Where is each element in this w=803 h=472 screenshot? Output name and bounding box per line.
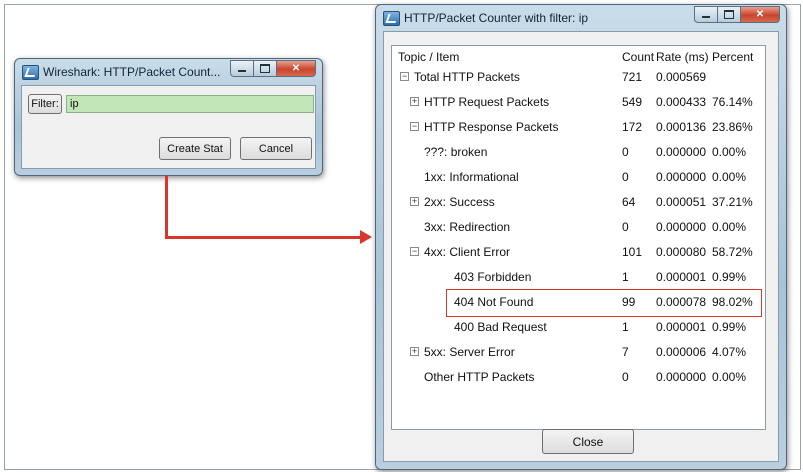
stats-tree-view[interactable]: Topic / Item Count Rate (ms) Percent − To…	[391, 45, 766, 430]
column-header-topic[interactable]: Topic / Item	[398, 50, 459, 64]
cell-percent: 0.00%	[712, 170, 747, 184]
cell-count: 0	[622, 145, 629, 159]
column-header-count[interactable]: Count	[622, 50, 654, 64]
wireshark-app-icon	[22, 65, 39, 80]
cell-topic: 2xx: Success	[424, 195, 495, 209]
filter-input[interactable]: ip	[66, 95, 314, 113]
tree-expand-icon[interactable]: +	[410, 347, 419, 356]
arrow-horizontal	[165, 236, 361, 239]
tree-row[interactable]: − Total HTTP Packets 721 0.000569	[392, 66, 765, 91]
cell-count: 549	[622, 95, 643, 109]
cell-topic: ???: broken	[424, 145, 488, 159]
cell-topic: 400 Bad Request	[454, 320, 547, 334]
maximize-icon[interactable]	[717, 6, 741, 23]
cell-percent: 4.07%	[712, 345, 747, 359]
cell-rate: 0.000136	[656, 120, 707, 134]
cell-rate: 0.000433	[656, 95, 707, 109]
cell-count: 64	[622, 195, 636, 209]
cell-rate: 0.000000	[656, 220, 707, 234]
close-button[interactable]: Close	[542, 429, 634, 454]
window-controls: ✕	[230, 60, 316, 77]
cell-topic: HTTP Response Packets	[424, 120, 559, 134]
cell-count: 172	[622, 120, 643, 134]
cell-rate: 0.000080	[656, 245, 707, 259]
cell-rate: 0.000051	[656, 195, 707, 209]
cell-rate: 0.000569	[656, 70, 707, 84]
packet-counter-body: Topic / Item Count Rate (ms) Percent − To…	[383, 31, 779, 462]
cell-percent: 37.21%	[712, 195, 753, 209]
cell-percent: 0.99%	[712, 270, 747, 284]
cell-rate: 0.000000	[656, 170, 707, 184]
tree-collapse-icon[interactable]: −	[410, 247, 419, 256]
cell-rate: 0.000001	[656, 270, 707, 284]
cell-percent: 76.14%	[712, 95, 753, 109]
cancel-button[interactable]: Cancel	[240, 137, 312, 160]
window-controls: ✕	[694, 6, 780, 23]
cell-rate: 0.000006	[656, 345, 707, 359]
cell-rate: 0.000000	[656, 145, 707, 159]
cell-topic: 1xx: Informational	[424, 170, 519, 184]
cell-topic: 5xx: Server Error	[424, 345, 515, 359]
minimize-icon[interactable]	[694, 6, 718, 23]
filter-dialog-window: Wireshark: HTTP/Packet Count... ✕ Filter…	[14, 58, 323, 176]
cell-count: 101	[622, 245, 643, 259]
tree-row[interactable]: − HTTP Response Packets 172 0.000136 23.86%	[392, 116, 765, 141]
close-icon[interactable]: ✕	[276, 60, 316, 77]
tree-collapse-icon[interactable]: −	[410, 122, 419, 131]
cell-rate: 0.000001	[656, 320, 707, 334]
cell-count: 0	[622, 220, 629, 234]
cell-topic: Total HTTP Packets	[414, 70, 520, 84]
tree-expand-icon[interactable]: +	[410, 97, 419, 106]
packet-counter-window: HTTP/Packet Counter with filter: ip ✕ To…	[375, 4, 787, 470]
tree-row[interactable]: ???: broken 0 0.000000 0.00%	[392, 141, 765, 166]
cell-count: 0	[622, 170, 629, 184]
maximize-icon[interactable]	[253, 60, 277, 77]
create-stat-button[interactable]: Create Stat	[159, 137, 231, 160]
cell-percent: 0.00%	[712, 220, 747, 234]
cell-count: 721	[622, 70, 643, 84]
tree-row[interactable]: 3xx: Redirection 0 0.000000 0.00%	[392, 216, 765, 241]
cell-count: 7	[622, 345, 629, 359]
arrow-head	[360, 230, 372, 244]
tree-row[interactable]: 1xx: Informational 0 0.000000 0.00%	[392, 166, 765, 191]
cell-percent: 23.86%	[712, 120, 753, 134]
highlight-box	[446, 289, 762, 317]
cell-count: 0	[622, 370, 629, 384]
cell-percent: 0.00%	[712, 145, 747, 159]
filter-button[interactable]: Filter:	[28, 94, 62, 114]
tree-row[interactable]: −4xx: Client Error 101 0.000080 58.72%	[392, 241, 765, 266]
tree-collapse-icon[interactable]: −	[400, 72, 409, 81]
tree-row[interactable]: +5xx: Server Error 7 0.000006 4.07%	[392, 341, 765, 366]
tree-row[interactable]: +2xx: Success 64 0.000051 37.21%	[392, 191, 765, 216]
arrow-vertical	[165, 176, 168, 238]
column-header-rate[interactable]: Rate (ms)	[656, 50, 709, 64]
packet-counter-title: HTTP/Packet Counter with filter: ip	[404, 11, 589, 25]
filter-dialog-titlebar[interactable]: Wireshark: HTTP/Packet Count... ✕	[15, 59, 322, 85]
cell-percent: 58.72%	[712, 245, 753, 259]
cell-rate: 0.000000	[656, 370, 707, 384]
cell-topic: 3xx: Redirection	[424, 220, 511, 234]
tree-expand-icon[interactable]: +	[410, 197, 419, 206]
tree-row[interactable]: Other HTTP Packets 0 0.000000 0.00%	[392, 366, 765, 391]
cell-topic: HTTP Request Packets	[424, 95, 550, 109]
tree-header: Topic / Item Count Rate (ms) Percent	[392, 46, 765, 66]
filter-dialog-title: Wireshark: HTTP/Packet Count...	[43, 65, 221, 79]
filter-dialog-body: Filter: ip Create Stat Cancel	[21, 85, 316, 169]
tree-row[interactable]: + HTTP Request Packets 549 0.000433 76.14%	[392, 91, 765, 116]
tree-row[interactable]: 403 Forbidden 1 0.000001 0.99%	[392, 266, 765, 291]
cell-percent: 0.00%	[712, 370, 747, 384]
cell-count: 1	[622, 270, 629, 284]
cell-count: 1	[622, 320, 629, 334]
wireshark-app-icon	[383, 11, 400, 26]
minimize-icon[interactable]	[230, 60, 254, 77]
packet-counter-titlebar[interactable]: HTTP/Packet Counter with filter: ip ✕	[376, 5, 786, 31]
cell-topic: 4xx: Client Error	[424, 245, 511, 259]
cell-topic: Other HTTP Packets	[424, 370, 535, 384]
cell-topic: 403 Forbidden	[454, 270, 532, 284]
cell-percent: 0.99%	[712, 320, 747, 334]
close-icon[interactable]: ✕	[740, 6, 780, 23]
tree-row[interactable]: 400 Bad Request 1 0.000001 0.99%	[392, 316, 765, 341]
column-header-percent[interactable]: Percent	[712, 50, 753, 64]
